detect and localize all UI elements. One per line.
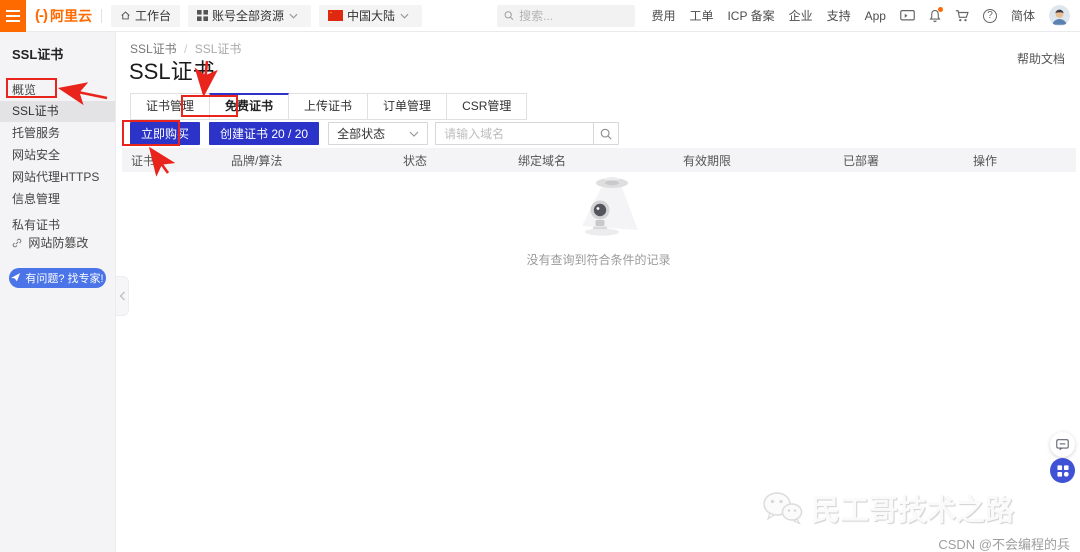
grid-icon (197, 10, 208, 21)
nav-link-support[interactable]: 支持 (827, 7, 851, 24)
help-docs-link[interactable]: 帮助文档 (1017, 50, 1065, 67)
topnav-links: 费用 工单 ICP 备案 企业 支持 App ? 简体 (651, 5, 1070, 26)
nav-link-billing[interactable]: 费用 (651, 7, 675, 24)
sidebar-item-ssl-certificates[interactable]: SSL证书 (0, 101, 115, 122)
account-resources-dropdown[interactable]: 账号全部资源 (188, 5, 311, 27)
global-search-input[interactable] (519, 9, 628, 23)
sidebar-item-private-certificates[interactable]: 私有证书 (0, 210, 115, 232)
search-icon (504, 10, 514, 21)
workbench-button[interactable]: 工作台 (111, 5, 180, 27)
nav-link-icp[interactable]: ICP 备案 (727, 7, 774, 24)
app-center-button[interactable] (1050, 458, 1075, 483)
chevron-down-icon (409, 131, 419, 137)
region-label: 中国大陆 (347, 7, 395, 24)
empty-state-text: 没有查询到符合条件的记录 (117, 251, 1080, 268)
sidebar: SSL证书 概览 SSL证书 托管服务 网站安全 网站代理HTTPS 信息管理 … (0, 32, 116, 552)
toolbar: 立即购买 创建证书 20 / 20 全部状态 (130, 122, 619, 145)
chat-bubble-icon (1056, 439, 1069, 451)
chevron-down-icon (289, 13, 298, 19)
aliyun-logo-text: 阿里云 (50, 6, 92, 26)
empty-ufo-illustration (544, 174, 654, 242)
sidebar-item-info-management[interactable]: 信息管理 (0, 188, 115, 210)
main-content: SSL证书 / SSL证书 帮助文档 SSL证书 证书管理 免费证书 上传证书 … (117, 32, 1080, 552)
column-deployed: 已部署 (834, 152, 964, 169)
sidebar-collapse-handle[interactable] (116, 276, 129, 316)
chevron-down-icon (400, 13, 409, 19)
table-header-row: 证书 品牌/算法 状态 绑定域名 有效期限 已部署 操作 (122, 148, 1076, 172)
page-title: SSL证书 (129, 54, 215, 86)
notification-dot (938, 7, 943, 12)
sidebar-item-https-proxy[interactable]: 网站代理HTTPS (0, 166, 115, 188)
china-flag-icon (328, 10, 343, 21)
tab-order-management[interactable]: 订单管理 (367, 93, 447, 120)
cart-icon[interactable] (955, 9, 969, 23)
hamburger-menu-button[interactable] (0, 0, 26, 32)
buy-now-button[interactable]: 立即购买 (130, 122, 200, 145)
user-avatar[interactable] (1049, 5, 1070, 26)
column-validity: 有效期限 (674, 152, 834, 169)
notifications-bell-icon[interactable] (929, 9, 941, 23)
workbench-label: 工作台 (135, 7, 171, 24)
column-certificate: 证书 (122, 152, 222, 169)
sidebar-item-hosting-service[interactable]: 托管服务 (0, 122, 115, 144)
column-actions: 操作 (964, 152, 1076, 169)
divider (101, 9, 102, 23)
empty-state: 没有查询到符合条件的记录 (117, 174, 1080, 268)
tab-upload-certificate[interactable]: 上传证书 (288, 93, 368, 120)
tab-free-certificates[interactable]: 免费证书 (209, 93, 289, 120)
chevron-left-icon (119, 291, 126, 301)
sidebar-title: SSL证书 (0, 32, 115, 63)
aliyun-logo-mark: (-) (35, 7, 47, 24)
help-icon[interactable]: ? (983, 9, 997, 23)
tab-certificate-management[interactable]: 证书管理 (130, 93, 210, 120)
tab-bar: 证书管理 免费证书 上传证书 订单管理 CSR管理 (130, 93, 527, 120)
nav-link-tickets[interactable]: 工单 (689, 7, 713, 24)
feedback-chat-button[interactable] (1050, 432, 1075, 457)
nav-link-enterprise[interactable]: 企业 (789, 7, 813, 24)
aliyun-logo[interactable]: (-) 阿里云 (35, 6, 92, 26)
domain-search-button[interactable] (593, 122, 619, 145)
account-resources-label: 账号全部资源 (212, 7, 284, 24)
column-bound-domain: 绑定域名 (509, 152, 674, 169)
sidebar-item-overview[interactable]: 概览 (0, 79, 115, 101)
home-icon (120, 10, 131, 21)
sidebar-menu: 概览 SSL证书 托管服务 网站安全 网站代理HTTPS 信息管理 私有证书 网… (0, 79, 115, 254)
status-filter-select[interactable]: 全部状态 (328, 122, 428, 145)
global-search[interactable] (497, 5, 635, 27)
tab-csr-management[interactable]: CSR管理 (446, 93, 527, 120)
search-icon (600, 128, 612, 140)
ask-expert-button[interactable]: 有问题? 找专家! (9, 268, 106, 288)
column-status: 状态 (394, 152, 509, 169)
column-brand-algorithm: 品牌/算法 (222, 152, 394, 169)
link-icon (12, 238, 22, 248)
sidebar-item-anti-tamper[interactable]: 网站防篡改 (0, 232, 115, 254)
console-icon[interactable] (900, 10, 915, 22)
create-certificate-button[interactable]: 创建证书 20 / 20 (209, 122, 319, 145)
domain-search-input[interactable] (435, 122, 593, 145)
sidebar-item-website-security[interactable]: 网站安全 (0, 144, 115, 166)
language-switch[interactable]: 简体 (1011, 7, 1035, 24)
pen-icon (11, 273, 21, 283)
top-navigation: (-) 阿里云 工作台 账号全部资源 中国大陆 费用 工单 ICP 备案 企业 … (0, 0, 1080, 32)
nav-link-app[interactable]: App (865, 9, 886, 23)
apps-grid-icon (1057, 465, 1069, 477)
region-selector[interactable]: 中国大陆 (319, 5, 422, 27)
